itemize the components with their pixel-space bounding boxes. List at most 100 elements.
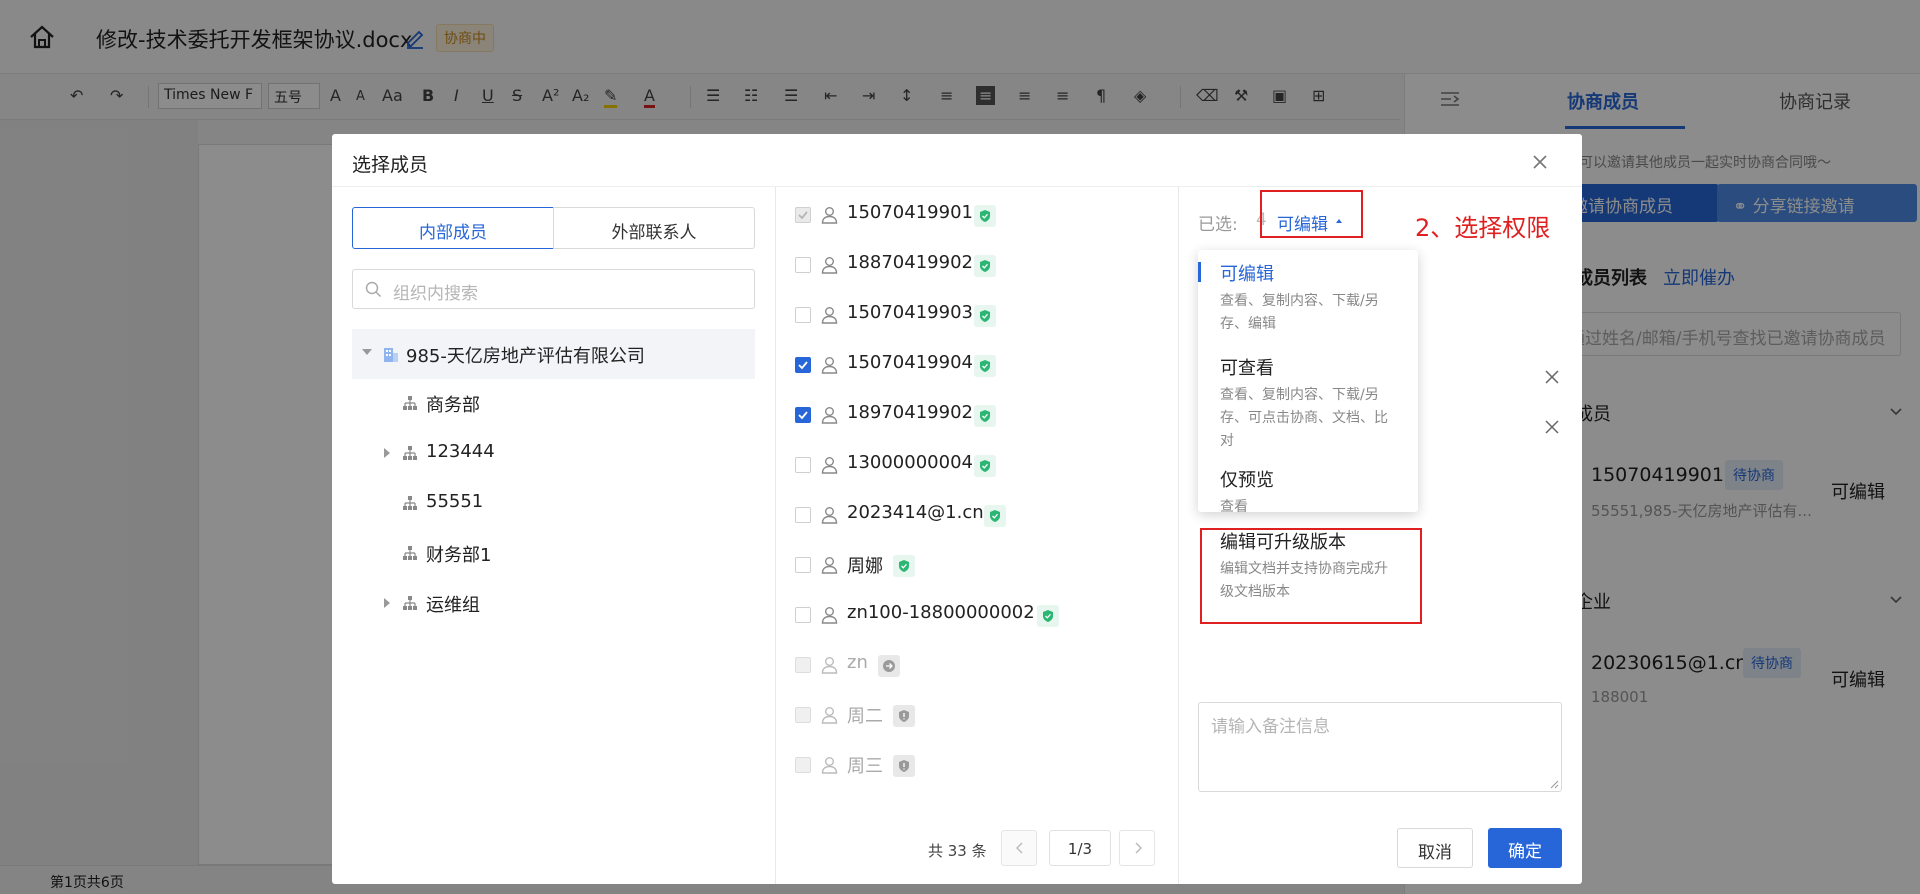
user-icon [821, 607, 838, 624]
check-icon [798, 211, 808, 220]
member-name: 周娜 [847, 556, 883, 577]
member-row[interactable]: 15070419901 [795, 190, 1155, 240]
user-icon [821, 207, 838, 224]
unverified-icon [899, 760, 909, 772]
tab-internal-members[interactable]: 内部成员 [352, 207, 554, 249]
member-checkbox[interactable] [795, 457, 811, 473]
column-divider [775, 187, 776, 884]
tab-external-contacts[interactable]: 外部联系人 [553, 207, 755, 249]
verified-icon [899, 560, 909, 572]
member-row[interactable]: 15070419903 [795, 290, 1155, 340]
member-row[interactable]: 周娜 [795, 540, 1155, 590]
verified-icon [980, 260, 990, 272]
member-row[interactable]: 18970419902 [795, 390, 1155, 440]
user-icon [821, 257, 838, 274]
member-name: 18870419902 [847, 252, 973, 273]
verification-badge [893, 755, 915, 777]
building-icon [384, 348, 398, 362]
user-icon [821, 657, 838, 674]
active-indicator [1198, 262, 1201, 282]
option-description: 查看 [1220, 499, 1248, 515]
member-row[interactable]: 2023414@1.cn [795, 490, 1155, 540]
member-row: zn [795, 640, 1155, 690]
chevron-right-icon [1135, 842, 1143, 854]
remove-icon[interactable] [1545, 370, 1559, 384]
member-name: 18970419902 [847, 402, 973, 423]
member-checkbox[interactable] [795, 407, 811, 423]
member-checkbox[interactable] [795, 207, 811, 223]
member-checkbox[interactable] [795, 257, 811, 273]
user-icon [821, 557, 838, 574]
chevron-left-icon [1015, 842, 1023, 854]
member-row[interactable]: 13000000004 [795, 440, 1155, 490]
user-icon [821, 357, 838, 374]
member-row[interactable]: 18870419902 [795, 240, 1155, 290]
check-icon [798, 411, 808, 420]
page-indicator[interactable]: 1/3 [1049, 830, 1111, 866]
verification-badge [974, 305, 996, 327]
tree-item[interactable]: 财务部1 [352, 529, 755, 579]
select-member-dialog: 选择成员 内部成员 外部联系人 组织内搜索 985-天亿房地产评估有限公司 商务… [332, 134, 1582, 884]
verification-badge [974, 405, 996, 427]
member-name: zn100-18800000002 [847, 602, 1035, 623]
permission-option-view[interactable]: 可查看 查看、复制内容、下载/另存、可点击协商、文档、比对 [1198, 344, 1418, 456]
cancel-button[interactable]: 取消 [1397, 828, 1473, 868]
option-title: 可查看 [1220, 358, 1274, 379]
member-row[interactable]: 15070419904 [795, 340, 1155, 390]
tree-item[interactable]: 123444 [352, 429, 755, 479]
member-checkbox[interactable] [795, 307, 811, 323]
member-name: 13000000004 [847, 452, 973, 473]
confirm-button[interactable]: 确定 [1488, 828, 1562, 868]
user-icon [821, 457, 838, 474]
verified-icon [980, 210, 990, 222]
selected-label: 已选: [1198, 215, 1238, 235]
resize-grip-icon[interactable] [1549, 779, 1559, 789]
user-icon [821, 507, 838, 524]
verification-badge [974, 455, 996, 477]
org-search-input[interactable]: 组织内搜索 [352, 269, 755, 309]
user-icon [821, 707, 838, 724]
user-icon [821, 407, 838, 424]
member-checkbox[interactable] [795, 507, 811, 523]
next-page-button[interactable] [1119, 830, 1155, 866]
member-checkbox[interactable] [795, 557, 811, 573]
member-checkbox[interactable] [795, 357, 811, 373]
permission-option-preview[interactable]: 仅预览 查看 [1198, 456, 1418, 515]
option-title: 仅预览 [1220, 470, 1274, 491]
member-name: 15070419901 [847, 202, 973, 223]
org-node-icon [403, 446, 417, 460]
check-icon [798, 361, 808, 370]
verification-badge [878, 655, 900, 677]
member-checkbox [795, 757, 811, 773]
member-checkbox[interactable] [795, 607, 811, 623]
member-row[interactable]: zn100-18800000002 [795, 590, 1155, 640]
verification-badge [974, 355, 996, 377]
caret-right-icon[interactable] [384, 448, 390, 458]
tree-item[interactable]: 55551 [352, 479, 755, 529]
option-title: 可编辑 [1220, 264, 1274, 285]
user-icon [821, 307, 838, 324]
tree-item[interactable]: 商务部 [352, 379, 755, 429]
close-icon[interactable] [1532, 154, 1548, 170]
verified-icon [980, 360, 990, 372]
remark-placeholder: 请输入备注信息 [1211, 717, 1330, 737]
remark-textarea[interactable]: 请输入备注信息 [1198, 702, 1562, 792]
company-name: 985-天亿房地产评估有限公司 [406, 346, 645, 367]
tree-root-company[interactable]: 985-天亿房地产评估有限公司 [352, 329, 755, 379]
tree-item-label: 55551 [426, 491, 484, 512]
caret-right-icon[interactable] [384, 598, 390, 608]
org-node-icon [403, 396, 417, 410]
verification-badge [893, 705, 915, 727]
member-name: zn [847, 652, 868, 673]
caret-down-icon[interactable] [362, 349, 372, 355]
annotation-text: 2、选择权限 [1415, 214, 1551, 242]
tree-item-label: 财务部1 [426, 545, 492, 566]
org-node-icon [403, 596, 417, 610]
member-name: 15070419904 [847, 352, 973, 373]
prev-page-button[interactable] [1001, 830, 1037, 866]
tree-item[interactable]: 运维组 [352, 579, 755, 629]
permission-option-edit[interactable]: 可编辑 查看、复制内容、下载/另存、编辑 [1198, 250, 1418, 344]
remove-icon[interactable] [1545, 420, 1559, 434]
member-name: 周三 [847, 756, 883, 777]
verified-icon [980, 410, 990, 422]
